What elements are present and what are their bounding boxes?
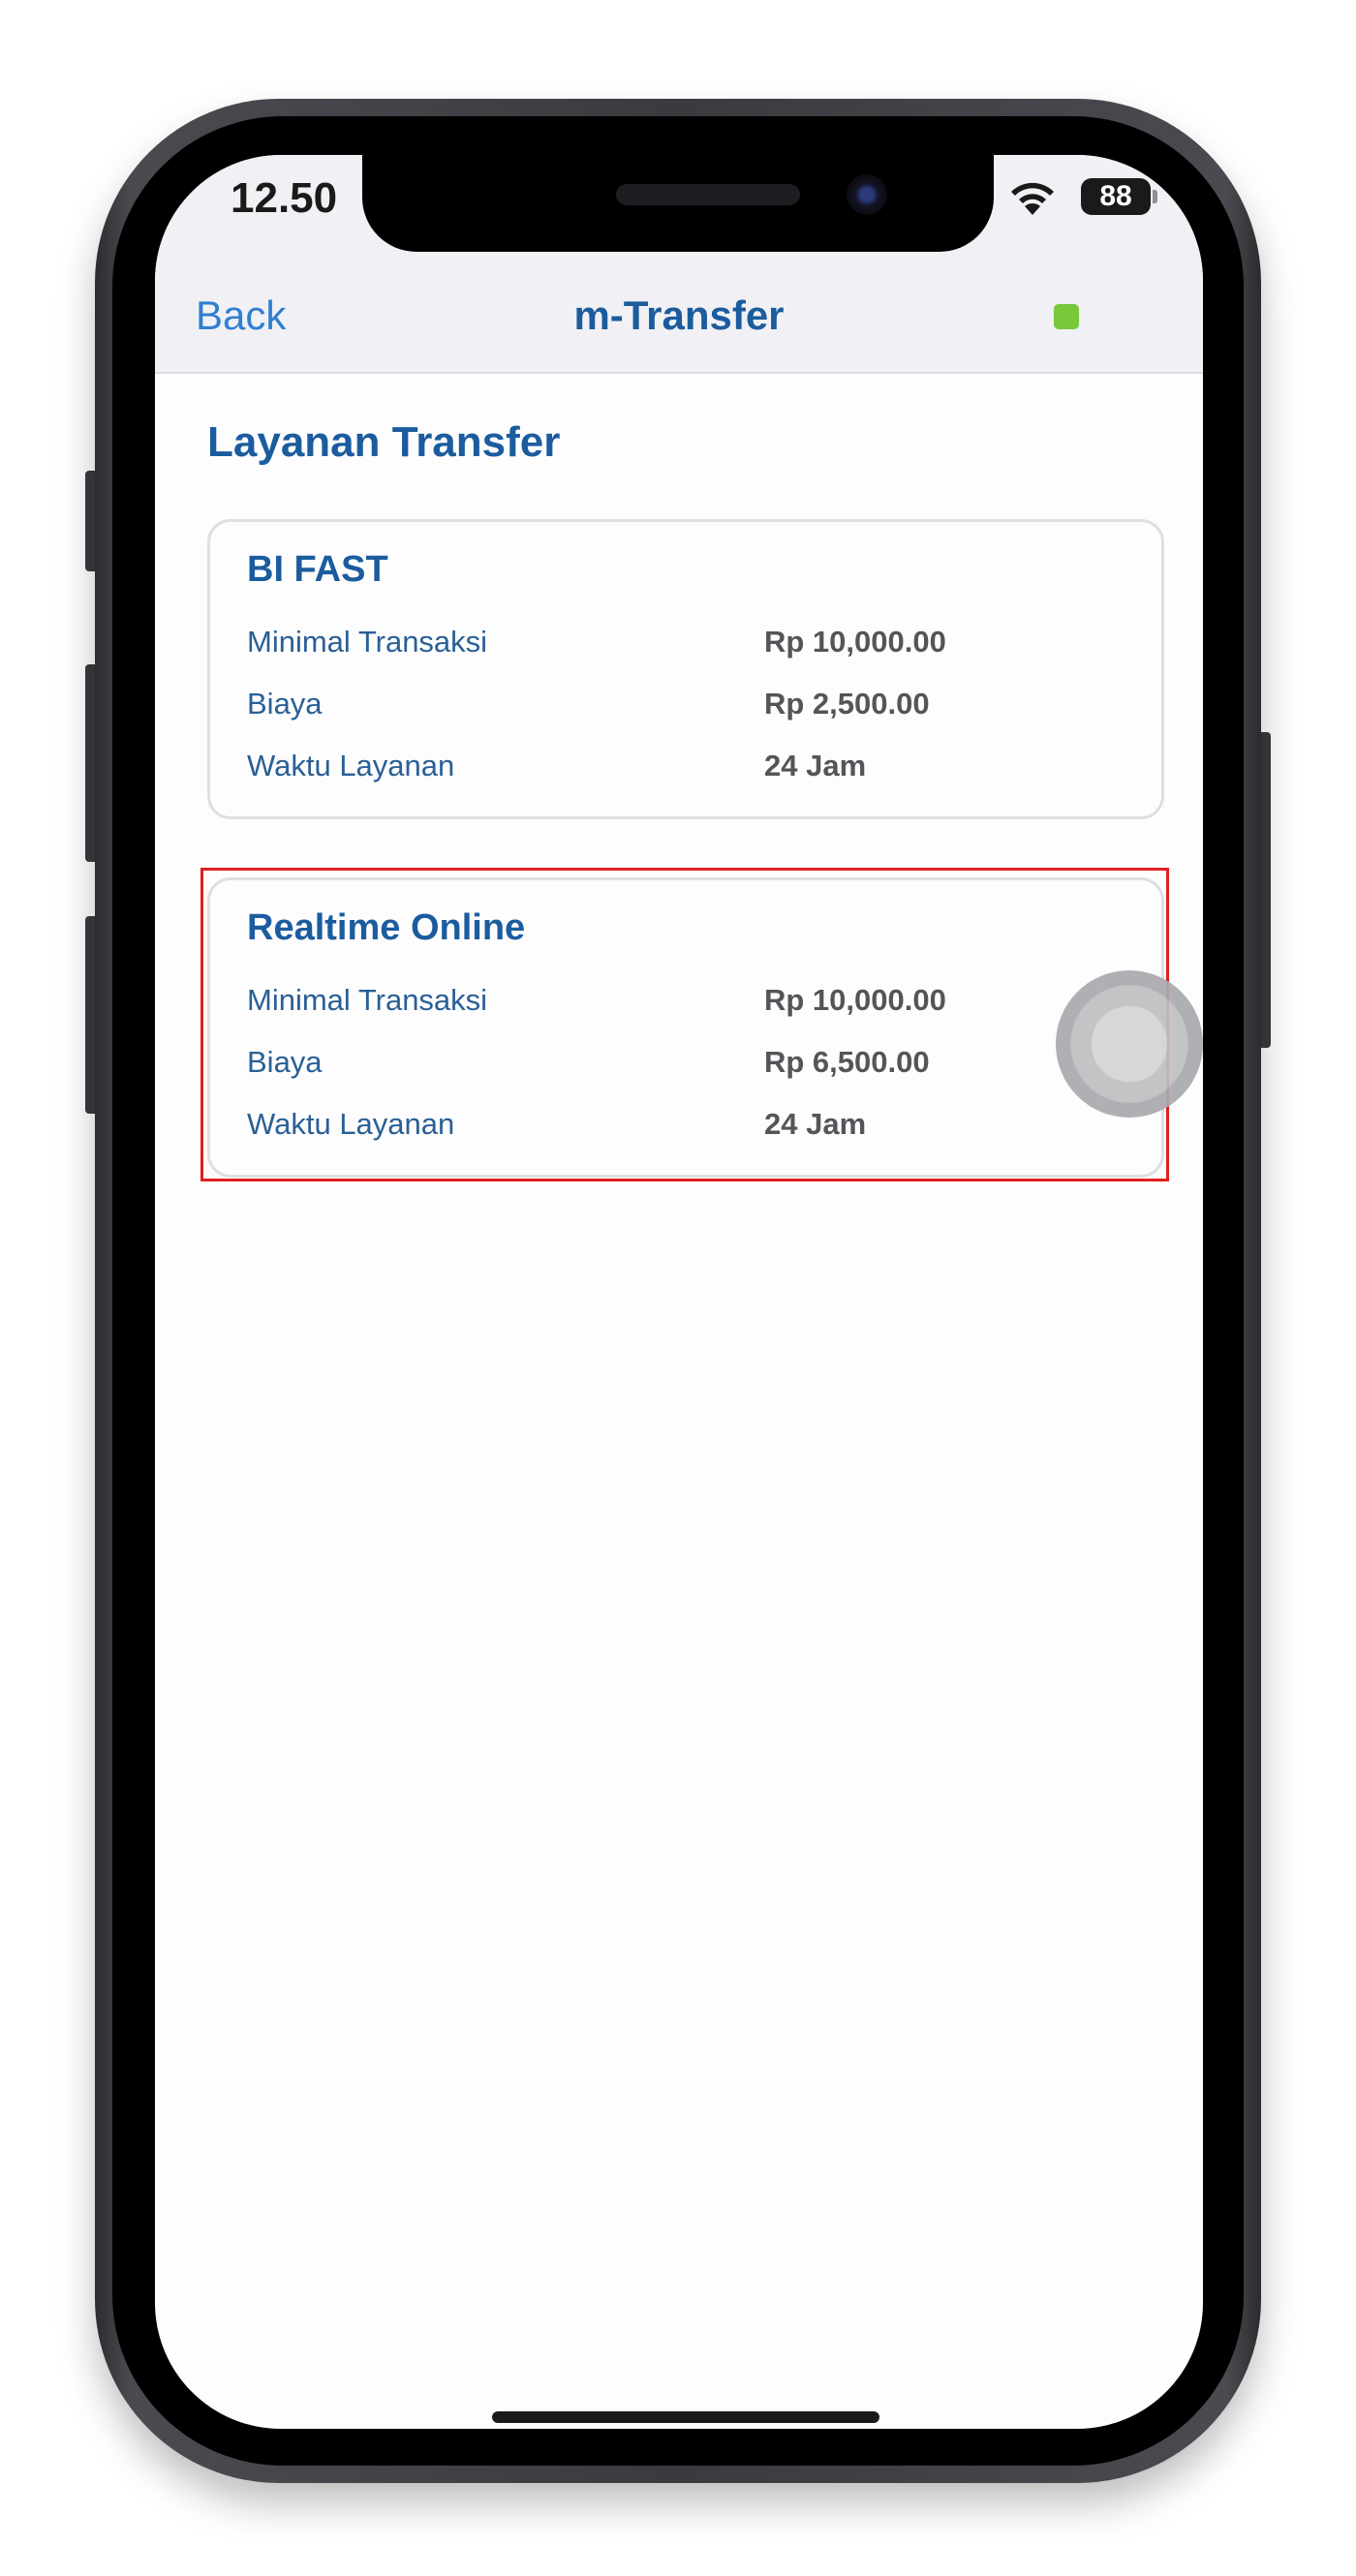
service-time-label: Waktu Layanan [247, 749, 455, 782]
service-time-label: Waktu Layanan [247, 1107, 455, 1141]
earpiece-speaker [616, 184, 800, 205]
battery-icon: 88 [1081, 178, 1151, 215]
home-indicator[interactable] [492, 2411, 879, 2423]
touch-indicator [1056, 970, 1203, 1118]
battery-level: 88 [1099, 180, 1132, 212]
min-transaction-value: Rp 10,000.00 [764, 625, 946, 659]
battery-nub [1153, 190, 1157, 203]
device-mockup: 12.50 88 m-Transfer Back Layanan Transfe… [0, 0, 1356, 2576]
front-camera [847, 174, 887, 215]
card-title: Realtime Online [247, 907, 526, 948]
min-transaction-value: Rp 10,000.00 [764, 983, 946, 1017]
service-time-value: 24 Jam [764, 749, 867, 782]
section-title: Layanan Transfer [207, 418, 561, 466]
back-button[interactable]: Back [196, 292, 286, 339]
wifi-icon [1011, 182, 1054, 215]
min-transaction-label: Minimal Transaksi [247, 625, 488, 659]
camera-notch [362, 155, 994, 252]
transfer-option-realtime-online[interactable]: Realtime Online Minimal Transaksi Rp 10,… [207, 877, 1164, 1178]
transfer-option-bi-fast[interactable]: BI FAST Minimal Transaksi Rp 10,000.00 B… [207, 519, 1164, 819]
connection-status-indicator [1054, 304, 1079, 329]
service-time-value: 24 Jam [764, 1107, 867, 1141]
page-title: m-Transfer [573, 292, 785, 338]
phone-screen: 12.50 88 m-Transfer Back Layanan Transfe… [155, 155, 1203, 2429]
fee-label: Biaya [247, 687, 323, 721]
status-time: 12.50 [231, 174, 338, 222]
min-transaction-label: Minimal Transaksi [247, 983, 488, 1017]
card-title: BI FAST [247, 549, 388, 590]
fee-value: Rp 2,500.00 [764, 687, 930, 721]
fee-label: Biaya [247, 1045, 323, 1079]
fee-value: Rp 6,500.00 [764, 1045, 930, 1079]
